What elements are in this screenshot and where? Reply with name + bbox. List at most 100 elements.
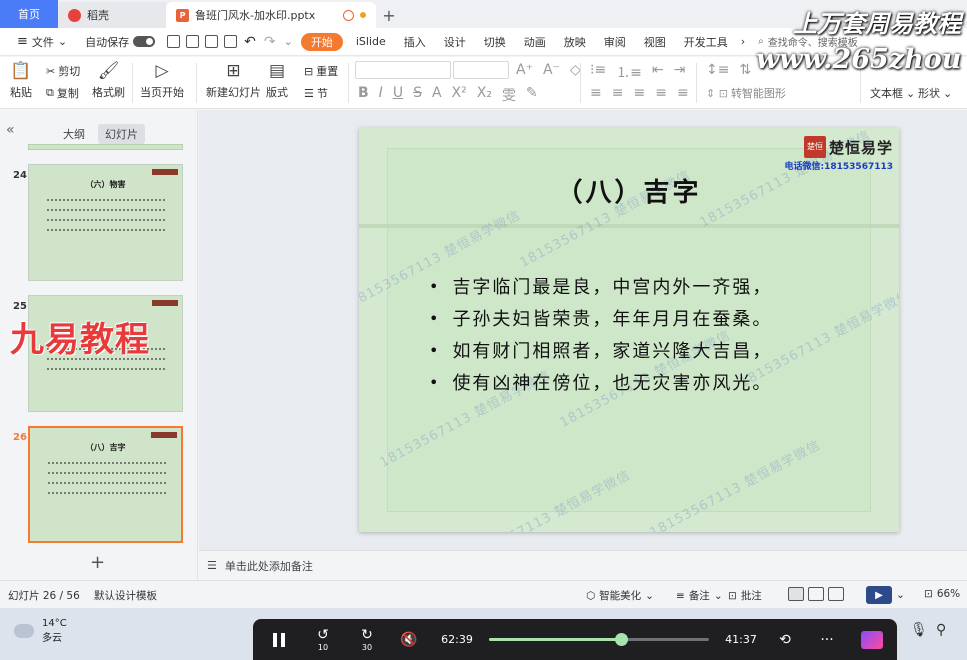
tab-developer[interactable]: 开发工具 — [675, 28, 737, 56]
tab-slideshow[interactable]: 放映 — [555, 28, 595, 56]
align-center-icon[interactable]: ≡ — [612, 85, 624, 101]
add-slide-button[interactable]: + — [90, 552, 105, 573]
repeat-off-button[interactable]: ⟲ — [773, 619, 797, 660]
reset-icon: ⊟ — [304, 64, 314, 78]
pause-button[interactable] — [269, 619, 289, 660]
layout-button[interactable]: ▤ 版式 — [266, 62, 288, 100]
more-tabs-icon[interactable]: › — [737, 28, 749, 56]
progress-handle[interactable] — [615, 633, 628, 646]
slide-thumbnail-24[interactable]: （六）物害 — [28, 164, 183, 281]
tab-docer[interactable]: 稻壳 — [58, 2, 166, 28]
normal-view-icon[interactable] — [788, 587, 804, 601]
italic-icon[interactable]: I — [379, 85, 383, 105]
align-right-icon[interactable]: ≡ — [633, 85, 645, 101]
copy-button[interactable]: ⧉ 复制 — [46, 85, 79, 101]
tab-transition[interactable]: 切换 — [475, 28, 515, 56]
textbox-button[interactable]: 文本框 ⌄ — [870, 85, 915, 101]
format-painter-button[interactable]: 🖌 格式刷 — [92, 62, 125, 100]
autosave-clock-icon[interactable] — [343, 9, 354, 21]
font-size-controls: A⁺ A⁻ ◇ — [516, 62, 581, 78]
tab-view[interactable]: 视图 — [635, 28, 675, 56]
slide-thumbnail-26[interactable]: （八）吉字 — [28, 426, 183, 543]
reset-button[interactable]: ⊟ 重置 — [304, 63, 338, 79]
font-grow-icon[interactable]: A⁺ — [516, 62, 533, 78]
clipchamp-button[interactable] — [859, 619, 885, 660]
font-size-select[interactable] — [453, 61, 509, 79]
reading-view-icon[interactable] — [828, 587, 844, 601]
tab-animation[interactable]: 动画 — [515, 28, 555, 56]
slide-title[interactable]: （八）吉字 — [359, 172, 899, 209]
progress-slider[interactable] — [489, 633, 709, 646]
zoom-control[interactable]: ⊡ 66% — [924, 588, 960, 600]
notes-bar[interactable]: ☰ 单击此处添加备注 — [199, 550, 967, 580]
subscript-icon[interactable]: X₂ — [477, 85, 492, 105]
print-icon[interactable] — [205, 35, 219, 48]
strikethrough-icon[interactable]: S — [413, 85, 422, 105]
preview-icon[interactable] — [224, 35, 238, 48]
slide-thumbnail-partial[interactable] — [28, 144, 183, 150]
underline-icon[interactable]: U — [393, 85, 403, 105]
font-shrink-icon[interactable]: A⁻ — [543, 62, 560, 78]
slide-canvas[interactable]: 18153567113 楚恒易学微信 18153567113 楚恒易学微信 18… — [359, 128, 899, 532]
text-direction-icon[interactable]: ⇅ — [739, 62, 751, 78]
tab-islide[interactable]: iSlide — [347, 28, 395, 56]
undo-icon[interactable]: ↶ — [240, 28, 260, 56]
tab-insert[interactable]: 插入 — [395, 28, 435, 56]
align-left-icon[interactable]: ≡ — [590, 85, 602, 101]
status-bar: 幻灯片 26 / 56 默认设计模板 ⬡ 智能美化 ⌄ ≡ 备注 ⌄ ⊡ 批注 ▶ ⌄ ⊡ 6… — [0, 580, 967, 608]
section-button[interactable]: ☰ 节 — [304, 85, 328, 101]
tab-design[interactable]: 设计 — [435, 28, 475, 56]
skip-back-button[interactable]: ↺ 10 — [311, 619, 335, 660]
justify-icon[interactable]: ≡ — [655, 85, 667, 101]
smart-beautify-button[interactable]: ⬡ 智能美化 ⌄ — [586, 588, 654, 603]
new-slide-button[interactable]: ⊞ 新建幻灯片 — [206, 62, 261, 100]
font-color-icon[interactable]: A — [432, 85, 442, 105]
convert-smartart-label: 转智能图形 — [730, 87, 786, 100]
tab-review[interactable]: 审阅 — [595, 28, 635, 56]
notes-toggle-button[interactable]: ≡ 备注 ⌄ — [676, 588, 723, 603]
cut-button[interactable]: ✂ 剪切 — [46, 63, 80, 79]
slide-bullet-list[interactable]: 吉字临门最是良，中宫内外一齐强， 子孙夫妇皆荣贵，年年月月在蚕桑。 如有财门相照… — [429, 270, 772, 398]
tab-slides[interactable]: 幻灯片 — [98, 124, 145, 144]
indent-decrease-icon[interactable]: ⇤ — [652, 62, 664, 82]
redo-icon[interactable]: ↷ — [260, 28, 280, 56]
customize-icon[interactable]: ⌄ — [280, 28, 297, 56]
indent-increase-icon[interactable]: ⇥ — [674, 62, 686, 82]
template-name[interactable]: 默认设计模板 — [94, 588, 157, 603]
line-spacing-icon[interactable]: ↕≡ — [706, 62, 729, 78]
comments-button[interactable]: ⊡ 批注 — [728, 588, 762, 603]
collapse-panel-icon[interactable]: « — [6, 122, 15, 138]
paste-button[interactable]: 📋 粘贴 — [10, 62, 32, 100]
number-list-icon[interactable]: ⒈≡ — [616, 62, 642, 82]
play-from-current-button[interactable]: ▷ 当页开始 — [140, 62, 184, 100]
ribbon-divider — [132, 63, 133, 103]
save-icon[interactable] — [167, 35, 181, 48]
distribute-icon[interactable]: ≡ — [677, 85, 689, 101]
toggle-switch-icon[interactable] — [133, 36, 156, 47]
phonetic-icon[interactable]: 雯 — [502, 85, 516, 105]
slide-sorter-icon[interactable] — [808, 587, 824, 601]
tab-outline[interactable]: 大纲 — [56, 124, 92, 144]
skip-forward-button[interactable]: ↻ 30 — [355, 619, 379, 660]
highlight-icon[interactable]: ✎ — [526, 85, 538, 105]
tab-home-ribbon[interactable]: 开始 — [300, 32, 343, 51]
superscript-icon[interactable]: X² — [452, 85, 467, 105]
more-options-button[interactable]: ··· — [815, 619, 839, 660]
export-icon[interactable] — [186, 35, 200, 48]
tab-file[interactable]: P 鲁班门风水-加水印.pptx — [166, 2, 376, 28]
shape-label: 形状 — [918, 87, 940, 100]
font-family-select[interactable] — [355, 61, 451, 79]
shape-button[interactable]: 形状 ⌄ — [918, 85, 952, 101]
new-tab-button[interactable]: + — [376, 2, 402, 28]
microphone-icon[interactable]: 🎙 — [910, 622, 928, 638]
weather-widget[interactable]: 14°C 多云 — [10, 618, 67, 644]
file-menu[interactable]: ≡ 文件 ⌄ — [8, 28, 76, 56]
convert-smartart-button[interactable]: ⇕ ⊡ 转智能图形 — [706, 85, 786, 101]
input-method-icon[interactable]: ⚲ — [936, 622, 946, 638]
bullet-list-icon[interactable]: ⁝≡ — [590, 62, 606, 82]
volume-button[interactable]: 🔇 — [399, 619, 419, 660]
tab-home[interactable]: 首页 — [0, 0, 58, 28]
bold-icon[interactable]: B — [358, 85, 369, 105]
slideshow-button[interactable]: ▶ ⌄ — [866, 586, 905, 604]
autosave-toggle[interactable]: 自动保存 — [76, 28, 164, 56]
